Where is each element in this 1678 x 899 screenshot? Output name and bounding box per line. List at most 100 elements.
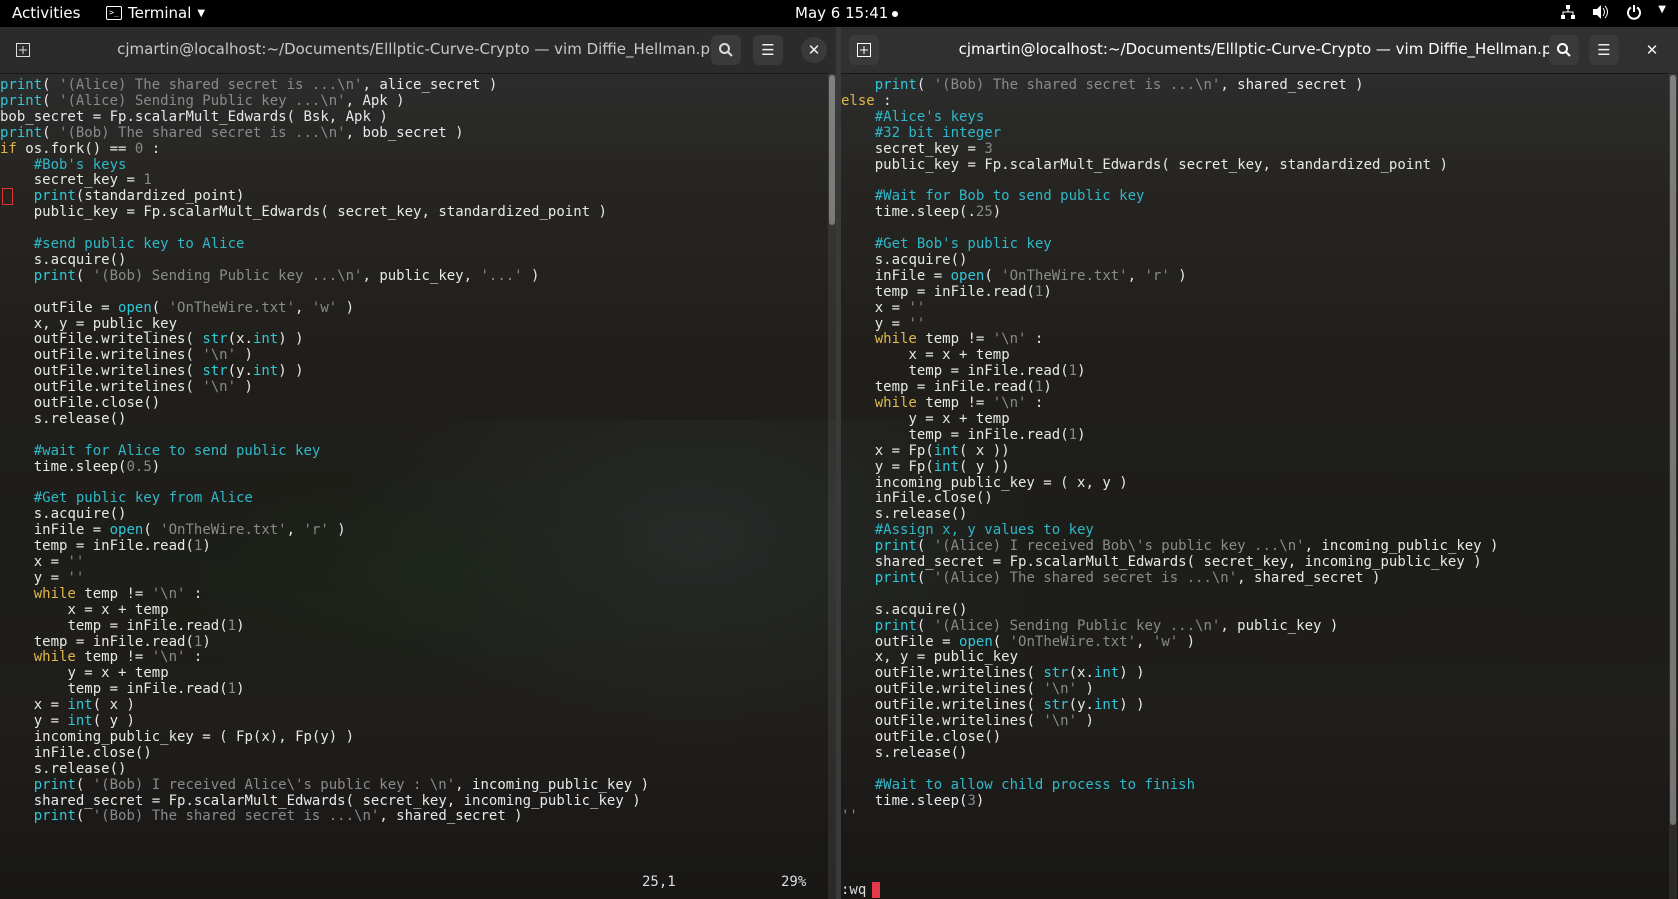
code-line[interactable]: s.acquire() xyxy=(0,252,127,269)
code-line[interactable]: outFile.close() xyxy=(0,395,160,412)
app-menu[interactable]: >_ Terminal ▼ xyxy=(106,4,205,22)
code-line[interactable]: y = Fp(int( y )) xyxy=(841,459,1010,476)
scrollbar-thumb[interactable] xyxy=(829,75,835,225)
code-line[interactable]: x = '' xyxy=(841,300,926,317)
code-line[interactable]: s.release() xyxy=(841,506,968,523)
code-line[interactable]: incoming_public_key = ( Fp(x), Fp(y) ) xyxy=(0,729,354,746)
code-line[interactable]: temp = inFile.read(1) xyxy=(841,379,1052,396)
code-line[interactable]: '' xyxy=(841,808,858,825)
hamburger-menu-icon[interactable]: ☰ xyxy=(1589,35,1619,65)
hamburger-menu-icon[interactable]: ☰ xyxy=(753,35,783,65)
code-line[interactable]: #Bob's keys xyxy=(0,157,127,174)
code-line[interactable]: print( '(Alice) Sending Public key ...\n… xyxy=(841,618,1339,635)
clock[interactable]: May 6 15:41 xyxy=(795,4,899,22)
code-line[interactable]: y = int( y ) xyxy=(0,713,135,730)
code-line[interactable]: print( '(Alice) The shared secret is ...… xyxy=(0,77,497,94)
code-line[interactable]: while temp != '\n' : xyxy=(0,649,203,666)
code-line[interactable]: x = x + temp xyxy=(0,602,168,619)
code-line[interactable]: #send public key to Alice xyxy=(0,236,245,253)
search-icon[interactable] xyxy=(1549,35,1579,65)
code-line[interactable]: y = '' xyxy=(841,316,926,333)
code-line[interactable]: print( '(Bob) The shared secret is ...\n… xyxy=(0,125,464,142)
left-titlebar[interactable]: cjmartin@localhost:~/Documents/Elllptic-… xyxy=(0,27,836,74)
code-line[interactable]: else : xyxy=(841,93,892,110)
code-line[interactable]: inFile = open( 'OnTheWire.txt', 'r' ) xyxy=(841,268,1187,285)
code-line[interactable]: y = x + temp xyxy=(841,411,1009,428)
code-line[interactable]: x = int( x ) xyxy=(0,697,135,714)
code-line[interactable]: temp = inFile.read(1) xyxy=(0,618,244,635)
code-line[interactable]: temp = inFile.read(1) xyxy=(841,284,1052,301)
code-line[interactable]: #Wait to allow child process to finish xyxy=(841,777,1195,794)
code-line[interactable]: outFile = open( 'OnTheWire.txt', 'w' ) xyxy=(0,300,354,317)
code-line[interactable]: temp = inFile.read(1) xyxy=(841,427,1085,444)
code-line[interactable]: outFile.writelines( '\n' ) xyxy=(841,681,1094,698)
code-line[interactable]: outFile = open( 'OnTheWire.txt', 'w' ) xyxy=(841,634,1195,651)
code-line[interactable]: s.acquire() xyxy=(0,506,127,523)
code-line[interactable]: temp = inFile.read(1) xyxy=(841,363,1085,380)
close-icon[interactable]: ✕ xyxy=(801,37,827,63)
search-icon[interactable] xyxy=(711,35,741,65)
code-line[interactable]: outFile.writelines( str(x.int) ) xyxy=(841,665,1145,682)
code-line[interactable]: print( '(Bob) Sending Public key ...\n',… xyxy=(0,268,540,285)
editor-text-area[interactable]: print( '(Bob) The shared secret is ...\n… xyxy=(841,73,1678,899)
code-line[interactable]: outFile.writelines( str(y.int) ) xyxy=(0,363,304,380)
code-line[interactable]: temp = inFile.read(1) xyxy=(0,634,211,651)
code-line[interactable]: print( '(Bob) The shared secret is ...\n… xyxy=(0,808,523,825)
code-line[interactable]: temp = inFile.read(1) xyxy=(0,681,244,698)
code-line[interactable]: inFile.close() xyxy=(841,490,993,507)
code-line[interactable]: x, y = public_key xyxy=(841,649,1018,666)
code-line[interactable]: while temp != '\n' : xyxy=(841,331,1044,348)
close-icon[interactable]: ✕ xyxy=(1637,35,1667,65)
code-line[interactable]: outFile.writelines( str(y.int) ) xyxy=(841,697,1145,714)
code-line[interactable]: s.acquire() xyxy=(841,602,968,619)
code-line[interactable]: outFile.writelines( '\n' ) xyxy=(0,379,253,396)
code-line[interactable]: time.sleep(3) xyxy=(841,793,985,810)
code-line[interactable]: s.release() xyxy=(841,745,968,762)
code-line[interactable]: outFile.close() xyxy=(841,729,1001,746)
code-line[interactable]: public_key = Fp.scalarMult_Edwards( secr… xyxy=(0,204,607,221)
code-line[interactable]: temp = inFile.read(1) xyxy=(0,538,211,555)
code-line[interactable]: shared_secret = Fp.scalarMult_Edwards( s… xyxy=(841,554,1482,571)
left-terminal-window[interactable]: cjmartin@localhost:~/Documents/Elllptic-… xyxy=(0,27,836,899)
code-line[interactable]: #32 bit integer xyxy=(841,125,1001,142)
code-line[interactable]: #wait for Alice to send public key xyxy=(0,443,321,460)
editor-text-area[interactable]: print( '(Alice) The shared secret is ...… xyxy=(0,73,836,899)
code-line[interactable]: outFile.writelines( str(x.int) ) xyxy=(0,331,304,348)
code-line[interactable]: bob_secret = Fp.scalarMult_Edwards( Bsk,… xyxy=(0,109,388,126)
code-line[interactable]: print( '(Bob) I received Alice\'s public… xyxy=(0,777,649,794)
code-line[interactable]: x, y = public_key xyxy=(0,316,177,333)
code-line[interactable]: incoming_public_key = ( x, y ) xyxy=(841,475,1128,492)
code-line[interactable]: #Get Bob's public key xyxy=(841,236,1052,253)
code-line[interactable]: inFile = open( 'OnTheWire.txt', 'r' ) xyxy=(0,522,346,539)
code-line[interactable]: shared_secret = Fp.scalarMult_Edwards( s… xyxy=(0,793,641,810)
code-line[interactable]: while temp != '\n' : xyxy=(841,395,1044,412)
code-line[interactable]: print( '(Alice) I received Bob\'s public… xyxy=(841,538,1499,555)
code-line[interactable]: #Assign x, y values to key xyxy=(841,522,1094,539)
code-line[interactable]: #Alice's keys xyxy=(841,109,985,126)
code-line[interactable]: x = x + temp xyxy=(841,347,1009,364)
code-line[interactable]: s.release() xyxy=(0,411,127,428)
code-line[interactable]: print( '(Bob) The shared secret is ...\n… xyxy=(841,77,1364,94)
system-tray[interactable]: ▼ xyxy=(1560,4,1666,24)
code-line[interactable]: y = '' xyxy=(0,570,85,587)
code-line[interactable]: outFile.writelines( '\n' ) xyxy=(841,713,1094,730)
code-line[interactable]: time.sleep(0.5) xyxy=(0,459,160,476)
code-line[interactable]: print( '(Alice) The shared secret is ...… xyxy=(841,570,1381,587)
scrollbar[interactable] xyxy=(1669,73,1677,899)
code-line[interactable]: time.sleep(.25) xyxy=(841,204,1001,221)
scrollbar-thumb[interactable] xyxy=(1670,75,1676,825)
code-line[interactable]: outFile.writelines( '\n' ) xyxy=(0,347,253,364)
code-line[interactable]: s.release() xyxy=(0,761,127,778)
code-line[interactable]: y = x + temp xyxy=(0,665,168,682)
right-titlebar[interactable]: cjmartin@localhost:~/Documents/Elllptic-… xyxy=(841,27,1678,74)
code-line[interactable]: #Wait for Bob to send public key xyxy=(841,188,1145,205)
code-line[interactable]: s.acquire() xyxy=(841,252,968,269)
code-line[interactable]: inFile.close() xyxy=(0,745,152,762)
right-terminal-window[interactable]: cjmartin@localhost:~/Documents/Elllptic-… xyxy=(841,27,1678,899)
code-line[interactable]: x = Fp(int( x )) xyxy=(841,443,1010,460)
code-line[interactable]: secret_key = 3 xyxy=(841,141,993,158)
vim-command-line[interactable]: :wq xyxy=(841,882,866,898)
code-line[interactable]: #Get public key from Alice xyxy=(0,490,253,507)
code-line[interactable]: print( '(Alice) Sending Public key ...\n… xyxy=(0,93,405,110)
code-line[interactable]: while temp != '\n' : xyxy=(0,586,203,603)
